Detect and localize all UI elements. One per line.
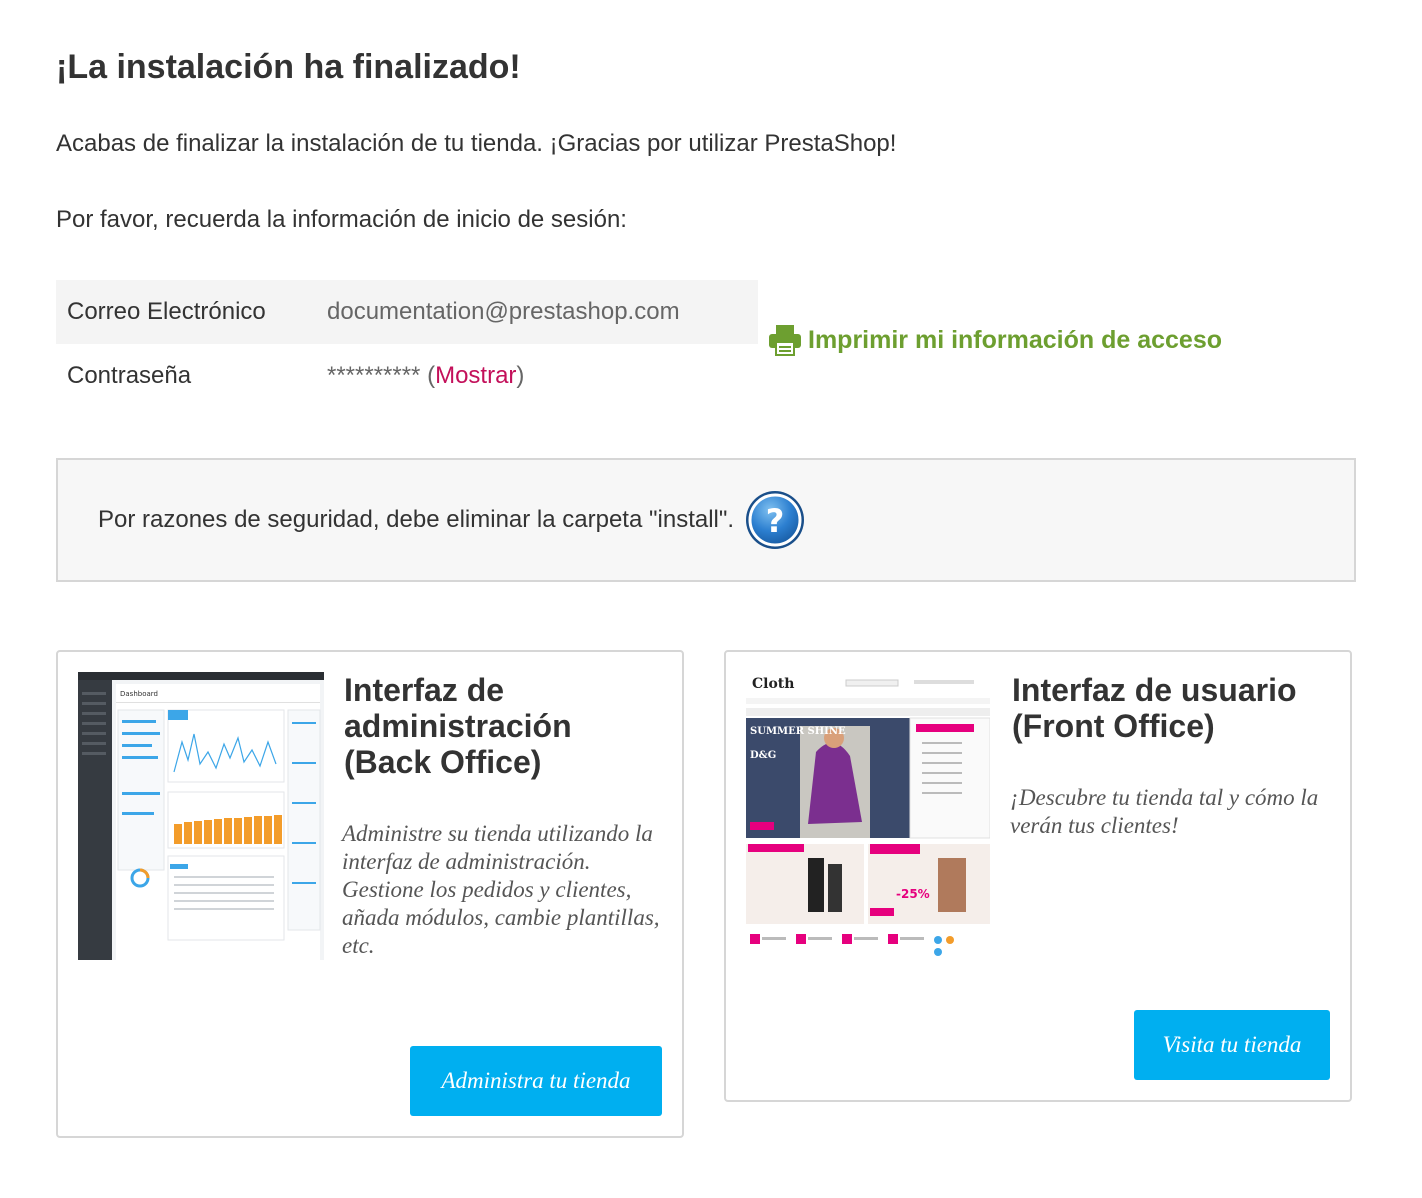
front-office-card: Cloth SUMMER SHINE D&G -25% Interfaz de …	[724, 650, 1352, 1102]
intro-text: Acabas de finalizar la instalación de tu…	[56, 130, 897, 157]
print-login-info-link[interactable]: Imprimir mi información de acceso	[768, 324, 1222, 356]
security-notice: Por razones de seguridad, debe eliminar …	[56, 458, 1356, 582]
thumb-banner: SUMMER SHINE	[750, 726, 846, 737]
password-value: ********** (Mostrar)	[327, 362, 525, 389]
back-office-screenshot: Dashboard	[78, 672, 324, 960]
thumb-sale: -25%	[896, 887, 930, 901]
security-text: Por razones de seguridad, debe eliminar …	[98, 506, 735, 533]
thumb-logo: Cloth	[752, 676, 794, 692]
page-title: ¡La instalación ha finalizado!	[56, 48, 521, 86]
visit-store-button[interactable]: Visita tu tienda	[1134, 1010, 1330, 1080]
front-office-screenshot: Cloth SUMMER SHINE D&G -25%	[746, 672, 990, 964]
password-label: Contraseña	[67, 362, 192, 389]
back-office-card: Dashboard Interfaz de administración (Ba…	[56, 650, 684, 1138]
password-mask: **********	[327, 362, 421, 389]
printer-icon	[769, 325, 801, 356]
show-password-link[interactable]: Mostrar	[435, 362, 516, 389]
thumb-dashboard-heading: Dashboard	[120, 690, 158, 698]
front-office-title: Interfaz de usuario (Front Office)	[1012, 672, 1297, 744]
credentials-table: Correo Electrónico documentation@prestas…	[56, 280, 758, 408]
password-row: Contraseña ********** (Mostrar)	[56, 344, 758, 408]
svg-text:?: ?	[766, 502, 785, 540]
thumb-brand: D&G	[750, 750, 776, 761]
email-value: documentation@prestashop.com	[327, 298, 680, 325]
email-row: Correo Electrónico documentation@prestas…	[56, 280, 758, 344]
help-icon[interactable]: ?	[744, 489, 806, 551]
email-label: Correo Electrónico	[67, 298, 266, 325]
back-office-title: Interfaz de administración (Back Office)	[344, 672, 572, 780]
manage-store-button[interactable]: Administra tu tienda	[410, 1046, 662, 1116]
front-office-description: ¡Descubre tu tienda tal y cómo la verán …	[1010, 785, 1319, 838]
print-label: Imprimir mi información de acceso	[808, 325, 1223, 354]
back-office-description: Administre su tienda utilizando la inter…	[342, 821, 660, 958]
login-info-text: Por favor, recuerda la información de in…	[56, 206, 627, 233]
